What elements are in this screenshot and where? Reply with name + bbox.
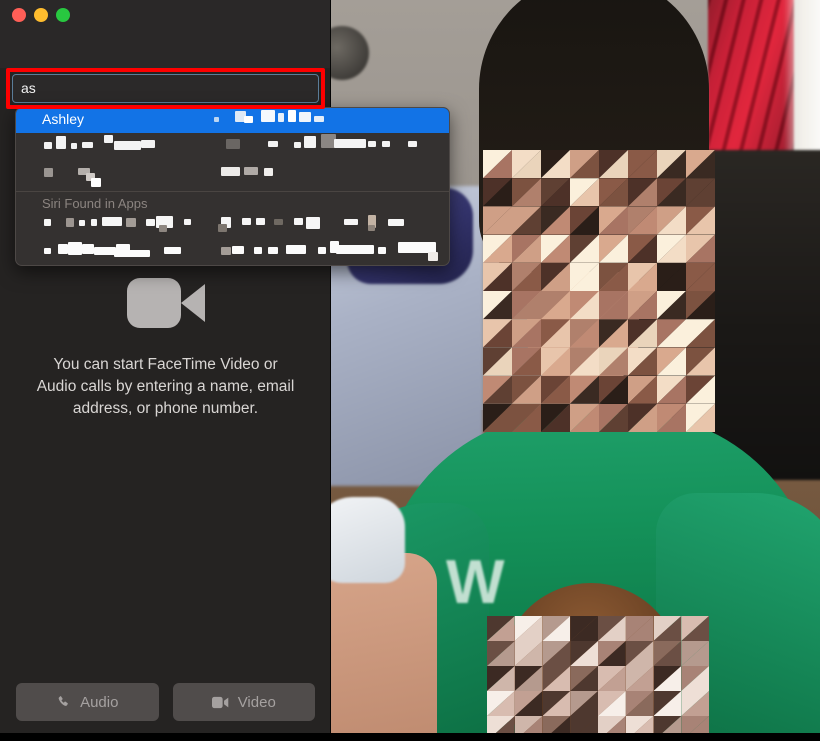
titlebar[interactable]: [0, 0, 330, 68]
empty-state: You can start FaceTime Video or Audio ca…: [0, 268, 331, 420]
empty-state-message: You can start FaceTime Video or Audio ca…: [36, 356, 295, 417]
baby-face-anonymization-mosaic: [487, 616, 709, 733]
suggestion-row-ashley[interactable]: Ashley: [16, 108, 449, 133]
baby-sleeve: [331, 497, 405, 583]
redacted-content: [16, 240, 449, 265]
audio-call-label: Audio: [80, 693, 119, 711]
audio-call-button[interactable]: Audio: [16, 683, 159, 721]
suggestion-row-2[interactable]: [16, 133, 449, 160]
redacted-content: [16, 108, 449, 133]
redacted-content: [16, 160, 449, 187]
facetime-camera-icon: [126, 278, 205, 328]
video-call-button[interactable]: Video: [172, 683, 315, 721]
siri-row-2[interactable]: [16, 240, 449, 265]
search-input[interactable]: as: [12, 74, 319, 103]
phone-icon: [58, 695, 68, 706]
video-call-label: Video: [237, 693, 276, 711]
siri-section-header: Siri Found in Apps: [42, 196, 148, 211]
redacted-content: [16, 133, 449, 160]
face-anonymization-mosaic: [483, 150, 715, 432]
camera-body: [126, 278, 181, 328]
facetime-app-screenshot: W You can start FaceTime Video or Audio …: [0, 0, 820, 741]
search-suggestions-dropdown[interactable]: Ashley Siri Found in Apps: [15, 107, 450, 266]
minimize-button[interactable]: [34, 8, 48, 22]
siri-row-1[interactable]: [16, 213, 449, 240]
close-button[interactable]: [12, 8, 26, 22]
traffic-lights: [12, 8, 70, 22]
suggestion-row-3[interactable]: [16, 160, 449, 187]
camera-lens: [180, 284, 205, 322]
window-bottom-edge: [0, 733, 820, 741]
zoom-button[interactable]: [56, 8, 70, 22]
video-camera-icon: [211, 696, 228, 708]
call-actions-footer: Audio Video: [0, 671, 331, 733]
redacted-content: [16, 213, 449, 240]
